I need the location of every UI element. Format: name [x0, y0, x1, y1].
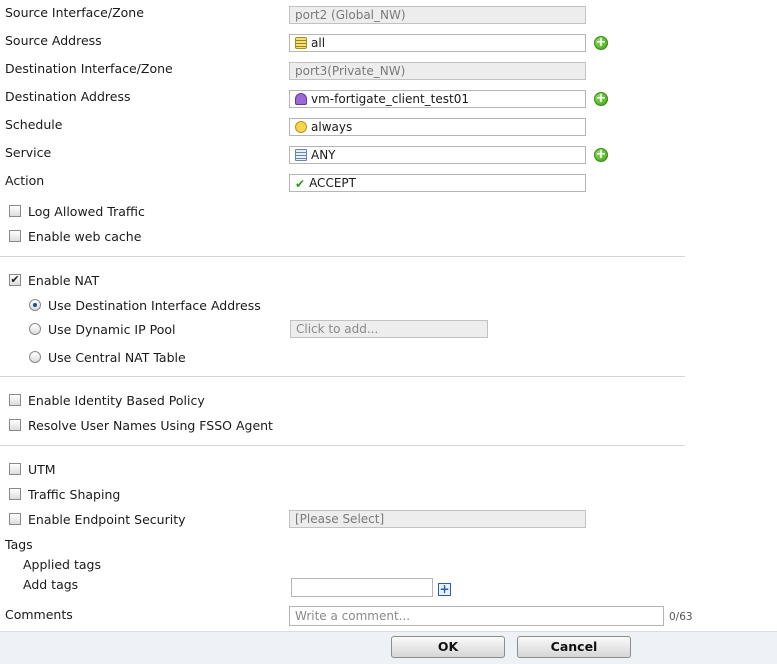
- checkmark-icon: ✔: [295, 177, 306, 191]
- address-icon: [295, 37, 307, 49]
- destination-interface-label: Destination Interface/Zone: [5, 61, 173, 76]
- radio-central-nat-table-label: Use Central NAT Table: [48, 350, 186, 365]
- enable-nat-label: Enable NAT: [28, 273, 100, 288]
- source-interface-label: Source Interface/Zone: [5, 5, 144, 20]
- identity-policy-label: Enable Identity Based Policy: [28, 393, 205, 408]
- clock-icon: [295, 121, 307, 133]
- destination-interface-field[interactable]: port3(Private_NW): [289, 62, 586, 80]
- log-allowed-traffic-checkbox[interactable]: [9, 205, 21, 217]
- radio-destination-interface-address[interactable]: [29, 299, 41, 311]
- source-interface-field[interactable]: port2 (Global_NW): [289, 6, 586, 24]
- applied-tags-label: Applied tags: [23, 557, 101, 572]
- ip-pool-input[interactable]: Click to add...: [290, 320, 488, 338]
- action-value: ACCEPT: [309, 176, 356, 190]
- comments-input[interactable]: Write a comment...: [289, 606, 664, 626]
- enable-web-cache-checkbox[interactable]: [9, 230, 21, 242]
- fsso-label: Resolve User Names Using FSSO Agent: [28, 418, 273, 433]
- radio-central-nat-table[interactable]: [29, 351, 41, 363]
- service-icon: [295, 149, 307, 161]
- vm-icon: [295, 93, 307, 105]
- tags-label: Tags: [5, 537, 33, 552]
- enable-web-cache-label: Enable web cache: [28, 229, 142, 244]
- add-service-icon[interactable]: +: [594, 148, 608, 162]
- add-destination-address-icon[interactable]: +: [594, 92, 608, 106]
- divider: [0, 256, 685, 257]
- add-tag-plus-icon[interactable]: +: [438, 583, 451, 596]
- source-address-field[interactable]: all: [289, 34, 586, 52]
- ok-button[interactable]: OK: [391, 636, 505, 658]
- comments-counter: 0/63: [669, 611, 693, 623]
- destination-address-field[interactable]: vm-fortigate_client_test01: [289, 90, 586, 108]
- source-address-value: all: [311, 36, 326, 50]
- schedule-label: Schedule: [5, 117, 63, 132]
- identity-policy-checkbox[interactable]: [9, 394, 21, 406]
- endpoint-security-label: Enable Endpoint Security: [28, 512, 186, 527]
- footer-bar: [0, 631, 777, 664]
- endpoint-security-select-value: [Please Select]: [295, 512, 385, 526]
- utm-checkbox[interactable]: [9, 463, 21, 475]
- schedule-field[interactable]: always: [289, 118, 586, 136]
- action-field[interactable]: ✔ ACCEPT: [289, 174, 586, 192]
- traffic-shaping-label: Traffic Shaping: [28, 487, 121, 502]
- enable-nat-checkbox[interactable]: ✔: [9, 274, 21, 286]
- destination-address-label: Destination Address: [5, 89, 131, 104]
- radio-dynamic-ip-pool-label: Use Dynamic IP Pool: [48, 322, 176, 337]
- action-label: Action: [5, 173, 45, 188]
- traffic-shaping-checkbox[interactable]: [9, 488, 21, 500]
- utm-label: UTM: [28, 462, 56, 477]
- add-tags-input[interactable]: [291, 578, 433, 597]
- add-tags-label: Add tags: [23, 577, 79, 592]
- divider: [0, 445, 685, 446]
- service-value: ANY: [311, 148, 336, 162]
- add-source-address-icon[interactable]: +: [594, 36, 608, 50]
- radio-dynamic-ip-pool[interactable]: [29, 323, 41, 335]
- log-allowed-traffic-label: Log Allowed Traffic: [28, 204, 145, 219]
- comments-label: Comments: [5, 607, 73, 622]
- endpoint-security-checkbox[interactable]: [9, 513, 21, 525]
- endpoint-security-select[interactable]: [Please Select]: [289, 510, 586, 528]
- source-address-label: Source Address: [5, 33, 102, 48]
- radio-destination-interface-address-label: Use Destination Interface Address: [48, 298, 261, 313]
- schedule-value: always: [311, 120, 353, 134]
- divider: [0, 376, 685, 377]
- service-field[interactable]: ANY: [289, 146, 586, 164]
- fsso-checkbox[interactable]: [9, 419, 21, 431]
- source-interface-value: port2 (Global_NW): [295, 8, 406, 22]
- ip-pool-placeholder: Click to add...: [296, 322, 379, 336]
- destination-interface-value: port3(Private_NW): [295, 64, 406, 78]
- comments-placeholder: Write a comment...: [295, 609, 411, 623]
- cancel-button[interactable]: Cancel: [517, 636, 631, 658]
- destination-address-value: vm-fortigate_client_test01: [311, 92, 469, 106]
- service-label: Service: [5, 145, 52, 160]
